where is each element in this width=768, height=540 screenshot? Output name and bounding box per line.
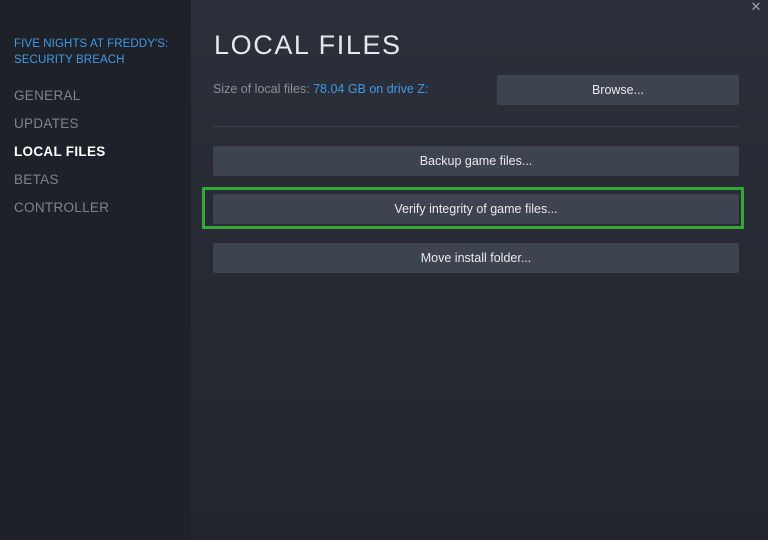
sidebar-item-betas[interactable]: BETAS	[14, 170, 109, 198]
divider	[213, 126, 739, 127]
page-title: LOCAL FILES	[214, 30, 402, 60]
sidebar-item-updates[interactable]: UPDATES	[14, 114, 109, 142]
sidebar-item-controller[interactable]: CONTROLLER	[14, 198, 109, 226]
sidebar-item-local-files[interactable]: LOCAL FILES	[14, 142, 109, 170]
sidebar: FIVE NIGHTS AT FREDDY'S: SECURITY BREACH…	[0, 0, 191, 540]
local-files-size-row: Size of local files: 78.04 GB on drive Z…	[213, 82, 428, 96]
backup-game-files-button[interactable]: Backup game files...	[213, 146, 739, 176]
browse-button[interactable]: Browse...	[497, 75, 739, 105]
sidebar-nav: GENERAL UPDATES LOCAL FILES BETAS CONTRO…	[14, 86, 109, 226]
sidebar-item-general[interactable]: GENERAL	[14, 86, 109, 114]
size-value: 78.04 GB on drive Z:	[313, 82, 429, 96]
game-title: FIVE NIGHTS AT FREDDY'S: SECURITY BREACH	[14, 38, 169, 66]
move-install-folder-button[interactable]: Move install folder...	[213, 243, 739, 273]
size-label: Size of local files:	[213, 82, 310, 96]
main-panel: ✕ LOCAL FILES Size of local files: 78.04…	[191, 0, 768, 540]
verify-integrity-button[interactable]: Verify integrity of game files...	[213, 194, 739, 224]
close-icon[interactable]: ✕	[749, 0, 763, 14]
